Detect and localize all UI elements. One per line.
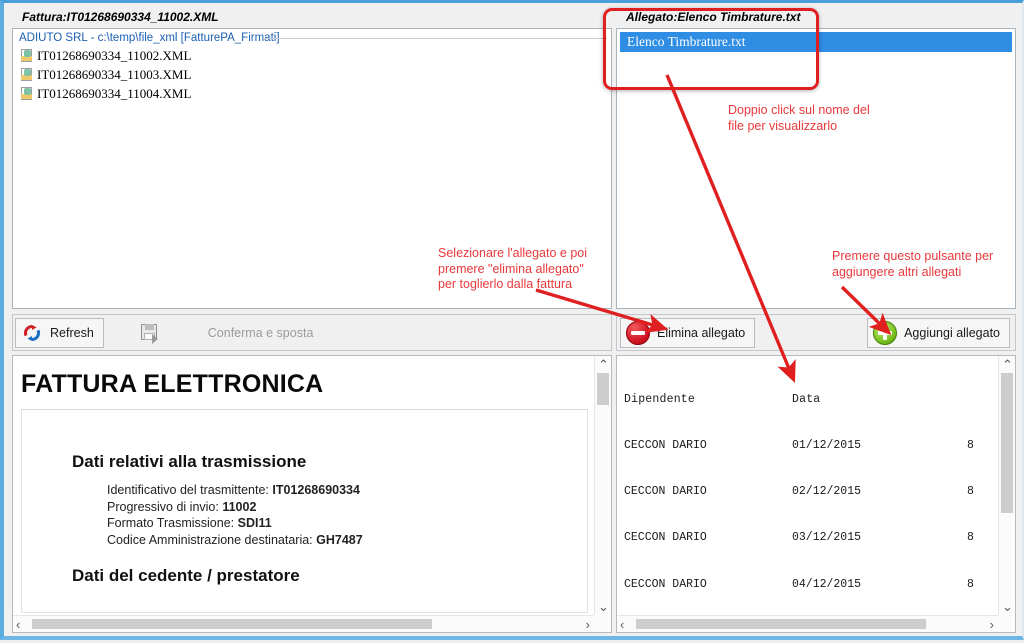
list-item-label: IT01268690334_11003.XML (37, 66, 192, 82)
invoice-preview-pane: FATTURA ELETTRONICA Dati relativi alla t… (12, 355, 612, 633)
application-window: Fattura:IT01268690334_11002.XML ADIUTO S… (0, 0, 1024, 640)
invoice-section-heading: Dati relativi alla trasmissione (72, 452, 307, 471)
scrollbar-thumb[interactable] (1001, 373, 1013, 513)
invoice-field-row: Formato Trasmissione: SDI11 (107, 515, 587, 532)
scrollbar-corner (594, 615, 611, 632)
invoice-field-value: IT01268690334 (272, 483, 360, 497)
timbrature-text: Dipendente Data CECCON DARIO 01/12/2015 8 C… (617, 356, 998, 615)
xml-file-icon (20, 49, 33, 62)
text-row: CECCON DARIO 04/12/2015 8 (624, 577, 998, 592)
text-row: CECCON DARIO 01/12/2015 8 (624, 438, 998, 453)
invoice-field-row: Identificativo del trasmittente: IT01268… (107, 482, 587, 499)
invoice-preview-vertical-scrollbar[interactable]: ⌃ ⌄ (594, 356, 611, 615)
scroll-left-icon[interactable]: ‹ (620, 618, 624, 631)
invoice-preview-horizontal-scrollbar[interactable]: ‹ › (13, 615, 594, 632)
text-header-col-a: Dipendente (624, 392, 696, 406)
file-list-path-text: ADIUTO SRL - c:\temp\file_xml [FatturePA… (19, 32, 280, 44)
left-toolbar: Refresh Conferma e sposta (12, 314, 612, 351)
delete-attachment-label: Elimina allegato (657, 325, 746, 340)
delete-attachment-button[interactable]: Elimina allegato (620, 317, 756, 348)
text-cell-extra: 8 (967, 531, 974, 545)
text-cell-extra: 8 (967, 485, 974, 499)
scroll-down-icon[interactable]: ⌄ (999, 600, 1015, 613)
invoice-field-label: Identificativo del trasmittente: (107, 483, 269, 497)
scroll-up-icon[interactable]: ⌃ (999, 358, 1015, 371)
invoice-field-list: Identificativo del trasmittente: IT01268… (22, 472, 587, 548)
text-header-col-b: Data (792, 392, 821, 406)
file-list-path-header: ADIUTO SRL - c:\temp\file_xml [FatturePA… (13, 29, 611, 46)
remove-circle-icon (626, 320, 650, 345)
add-circle-icon (873, 320, 898, 345)
invoice-preview-content: FATTURA ELETTRONICA Dati relativi alla t… (13, 356, 594, 615)
attachment-text-preview-pane: Dipendente Data CECCON DARIO 01/12/2015 8 C… (616, 355, 1016, 633)
scroll-right-icon[interactable]: › (586, 618, 590, 631)
refresh-button[interactable]: Refresh (15, 317, 104, 348)
add-attachment-label: Aggiungi allegato (904, 325, 1000, 340)
invoice-transmission-card: Dati relativi alla trasmissione Identifi… (21, 410, 588, 613)
text-cell-date: 04/12/2015 (792, 577, 862, 591)
text-header-row: Dipendente Data (624, 392, 998, 407)
scrollbar-thumb[interactable] (32, 619, 432, 629)
list-item[interactable]: IT01268690334_11003.XML (13, 65, 611, 84)
text-preview-horizontal-scrollbar[interactable]: ‹ › (617, 615, 998, 632)
invoice-field-label: Codice Amministrazione destinataria: (107, 532, 313, 547)
attachment-list-item-selected[interactable]: Elenco Timbrature.txt (620, 32, 1012, 52)
xml-file-icon (20, 68, 33, 81)
invoice-files-group-title: Fattura:IT01268690334_11002.XML (22, 10, 219, 24)
text-cell-name: CECCON DARIO (624, 439, 707, 453)
text-cell-name: CECCON DARIO (624, 577, 707, 591)
scrollbar-thumb[interactable] (636, 619, 926, 629)
scroll-left-icon[interactable]: ‹ (16, 618, 20, 631)
invoice-field-value: GH7487 (316, 532, 363, 547)
scrollbar-corner (998, 615, 1015, 632)
text-cell-extra: 8 (967, 439, 974, 453)
refresh-icon (21, 322, 43, 344)
invoice-field-label: Progressivo di invio: (107, 499, 219, 514)
text-preview-vertical-scrollbar[interactable]: ⌃ ⌄ (998, 356, 1015, 615)
file-list-rows: IT01268690334_11002.XML IT01268690334_11… (13, 46, 611, 103)
invoice-field-value: SDI11 (237, 516, 272, 530)
file-list-rule (263, 38, 607, 39)
invoice-field-value: 11002 (222, 499, 257, 514)
text-cell-date: 03/12/2015 (792, 531, 862, 545)
invoice-section-heading-2: Dati del cedente / prestatore (72, 566, 300, 585)
refresh-button-label: Refresh (50, 325, 94, 340)
text-row: CECCON DARIO 03/12/2015 8 (624, 530, 998, 545)
invoice-field-label: Formato Trasmissione: (107, 516, 235, 530)
confirm-and-move-button[interactable]: Conferma e sposta (134, 318, 324, 348)
invoice-field-row: Progressivo di invio: 11002 (107, 499, 587, 516)
save-icon (140, 323, 162, 344)
scroll-right-icon[interactable]: › (990, 618, 994, 631)
list-item[interactable]: IT01268690334_11002.XML (13, 46, 611, 65)
text-cell-date: 02/12/2015 (792, 485, 862, 499)
annotation-select-delete: Selezionare l'allegato e poi premere "el… (438, 246, 588, 291)
add-attachment-button[interactable]: Aggiungi allegato (867, 317, 1010, 348)
text-cell-extra: 8 (967, 577, 974, 591)
invoice-preview-title: FATTURA ELETTRONICA (21, 370, 324, 398)
list-item-label: IT01268690334_11004.XML (37, 85, 192, 101)
invoice-field-row: Codice Amministrazione destinataria: GH7… (107, 532, 587, 549)
text-row: CECCON DARIO 02/12/2015 8 (624, 484, 998, 499)
scrollbar-thumb[interactable] (597, 373, 609, 405)
text-cell-name: CECCON DARIO (624, 485, 707, 499)
annotation-press-add: Premere questo pulsante per aggiungere a… (832, 249, 994, 279)
right-toolbar: Elimina allegato Aggiungi allegato (616, 314, 1016, 351)
attachment-text-content: Dipendente Data CECCON DARIO 01/12/2015 8 C… (617, 356, 998, 615)
scroll-down-icon[interactable]: ⌄ (595, 600, 611, 613)
text-cell-name: CECCON DARIO (624, 531, 707, 545)
list-item[interactable]: IT01268690334_11004.XML (13, 84, 611, 103)
confirm-and-move-label: Conferma e sposta (207, 325, 314, 340)
xml-file-icon (20, 87, 33, 100)
attachment-group-title: Allegato:Elenco Timbrature.txt (626, 10, 801, 24)
annotation-double-click: Doppio click sul nome del file per visua… (728, 103, 870, 133)
text-cell-date: 01/12/2015 (792, 439, 862, 453)
list-item-label: IT01268690334_11002.XML (37, 47, 192, 63)
scroll-up-icon[interactable]: ⌃ (595, 358, 611, 371)
